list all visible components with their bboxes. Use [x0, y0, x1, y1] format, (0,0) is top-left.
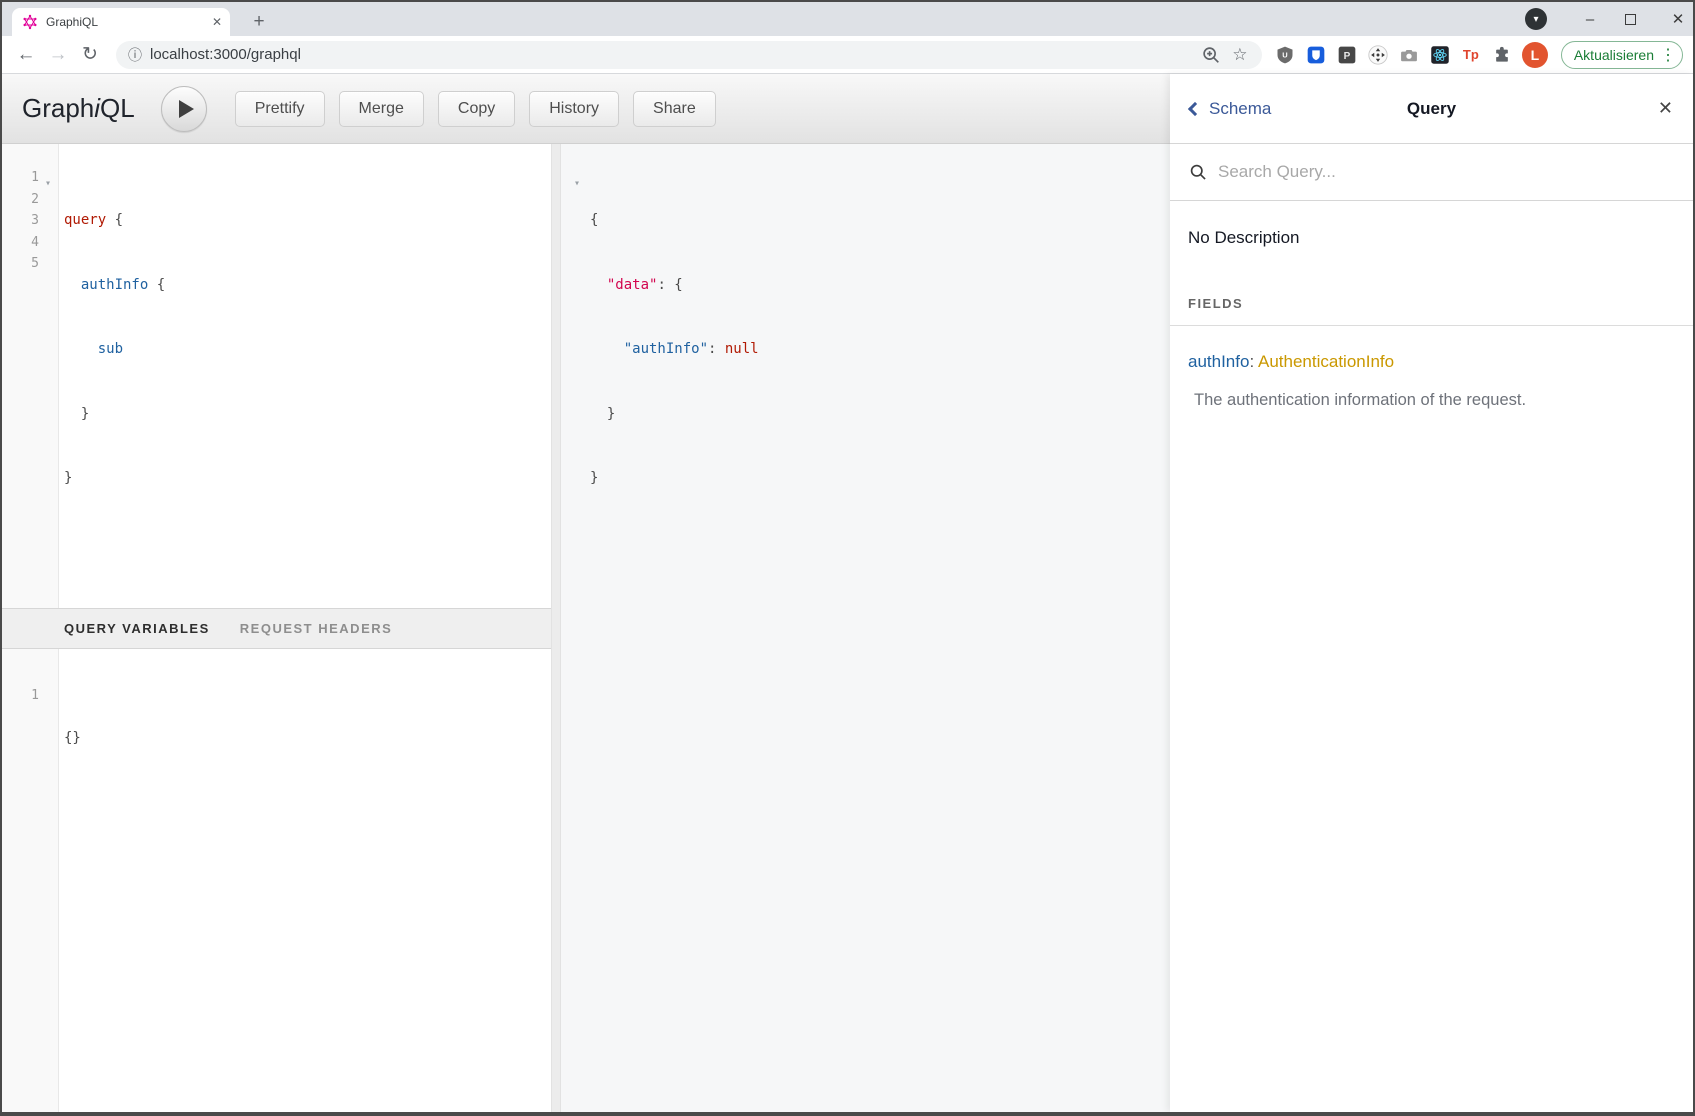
- type-description: No Description: [1188, 228, 1675, 248]
- menu-kebab-icon[interactable]: ⋮: [1660, 45, 1676, 65]
- browser-window: GraphiQL ✕ + ▾ – ✕ ← → ↻ ⓘ localhost:300…: [0, 0, 1695, 1116]
- line-number: 4: [2, 232, 58, 254]
- code-line: {: [590, 210, 1170, 232]
- update-chrome-button[interactable]: Aktualisieren ⋮: [1561, 41, 1683, 69]
- tab-query-variables[interactable]: QUERY VARIABLES: [64, 621, 210, 636]
- svg-text:U: U: [1282, 50, 1287, 59]
- doc-back-label: Schema: [1209, 99, 1271, 119]
- code-line: query {: [64, 210, 182, 232]
- response-json: { "data": { "authInfo": null } }: [561, 144, 1170, 533]
- execute-query-button[interactable]: [161, 86, 207, 132]
- browser-tab-graphiql[interactable]: GraphiQL ✕: [12, 8, 230, 36]
- extensions-puzzle-icon[interactable]: [1491, 44, 1513, 66]
- field-description: The authentication information of the re…: [1194, 391, 1675, 410]
- tab-request-headers[interactable]: REQUEST HEADERS: [240, 621, 393, 636]
- variables-editor[interactable]: 1 {}: [2, 649, 551, 1113]
- graphql-favicon-icon: [22, 14, 38, 30]
- doc-search-input[interactable]: [1218, 162, 1675, 182]
- dpad-extension-icon[interactable]: [1367, 44, 1389, 66]
- search-icon: [1188, 162, 1208, 182]
- update-label: Aktualisieren: [1574, 47, 1654, 63]
- forward-button[interactable]: →: [44, 41, 72, 69]
- code-line: authInfo {: [64, 275, 182, 297]
- doc-search-row: [1170, 144, 1693, 201]
- browser-titlebar: GraphiQL ✕ + ▾ – ✕: [2, 2, 1693, 36]
- tp-extension-icon[interactable]: Tp: [1460, 44, 1482, 66]
- query-code: query { authInfo { sub } }: [59, 144, 182, 608]
- tab-title: GraphiQL: [46, 15, 212, 29]
- secondary-editor-tabs: QUERY VARIABLES REQUEST HEADERS: [2, 608, 551, 649]
- p-extension-icon[interactable]: P: [1336, 44, 1358, 66]
- zoom-indicator-icon[interactable]: [1200, 44, 1222, 66]
- maximize-button[interactable]: [1625, 14, 1636, 25]
- reload-button[interactable]: ↻: [76, 41, 104, 69]
- code-line: }: [64, 404, 182, 426]
- merge-button[interactable]: Merge: [339, 91, 424, 127]
- tab-close-icon[interactable]: ✕: [212, 15, 222, 29]
- doc-explorer-panel: Schema Query ✕ No Description FIELDS aut…: [1170, 74, 1693, 1112]
- doc-back-link[interactable]: Schema: [1190, 99, 1271, 119]
- variables-code: {}: [59, 649, 182, 1113]
- share-button[interactable]: Share: [633, 91, 716, 127]
- code-line: "authInfo": null: [590, 339, 1170, 361]
- new-tab-button[interactable]: +: [246, 9, 272, 35]
- react-devtools-extension-icon[interactable]: [1429, 44, 1451, 66]
- fold-arrow-icon[interactable]: ▾: [45, 173, 51, 195]
- bitwarden-extension-icon[interactable]: [1305, 44, 1327, 66]
- copy-button[interactable]: Copy: [438, 91, 515, 127]
- media-controls-button[interactable]: ▾: [1525, 8, 1547, 30]
- doc-explorer-header: Schema Query ✕: [1170, 74, 1693, 144]
- profile-avatar[interactable]: L: [1522, 42, 1548, 68]
- pane-resize-handle[interactable]: [551, 144, 561, 1112]
- camera-extension-icon[interactable]: [1398, 44, 1420, 66]
- address-bar[interactable]: ⓘ localhost:3000/graphql ☆: [116, 41, 1262, 69]
- query-editor-gutter: 1 2 3 4 5 ▾: [2, 144, 59, 608]
- line-number: 5: [2, 253, 58, 275]
- fold-arrow-icon[interactable]: ▾: [574, 173, 580, 195]
- url-text: localhost:3000/graphql: [150, 46, 1192, 63]
- line-number: 3: [2, 210, 58, 232]
- code-line: }: [590, 404, 1170, 426]
- code-line: "data": {: [590, 275, 1170, 297]
- chevron-left-icon: [1188, 102, 1202, 116]
- close-window-button[interactable]: ✕: [1669, 10, 1687, 28]
- editor-pane: 1 2 3 4 5 ▾ query { authInfo { sub }: [2, 144, 551, 1112]
- graphiql-toolbar: GraphiQL Prettify Merge Copy History Sha…: [2, 74, 1170, 144]
- result-pane: ▾ { "data": { "authInfo": null } }: [561, 144, 1170, 1112]
- doc-title: Query: [1407, 99, 1456, 119]
- code-line: sub: [64, 339, 182, 361]
- field-type-link[interactable]: AuthenticationInfo: [1258, 352, 1394, 371]
- prettify-button[interactable]: Prettify: [235, 91, 325, 127]
- back-button[interactable]: ←: [12, 41, 40, 69]
- variables-editor-gutter: 1: [2, 649, 59, 1113]
- minimize-button[interactable]: –: [1581, 11, 1599, 28]
- browser-navbar: ← → ↻ ⓘ localhost:3000/graphql ☆ U P: [2, 36, 1693, 74]
- extensions-row: U P Tp L Aktualisieren: [1274, 41, 1683, 69]
- line-number: 1: [2, 685, 58, 707]
- bookmark-star-icon[interactable]: ☆: [1230, 45, 1250, 65]
- ublock-extension-icon[interactable]: U: [1274, 44, 1296, 66]
- code-line: {}: [64, 728, 182, 750]
- svg-text:P: P: [1344, 50, 1351, 61]
- field-separator: :: [1249, 352, 1254, 371]
- code-line: }: [64, 468, 182, 490]
- graphiql-logo: GraphiQL: [22, 93, 135, 124]
- query-editor[interactable]: 1 2 3 4 5 ▾ query { authInfo { sub }: [2, 144, 551, 608]
- field-row: authInfo: AuthenticationInfo: [1188, 352, 1675, 372]
- code-line: }: [590, 468, 1170, 490]
- doc-close-icon[interactable]: ✕: [1658, 98, 1673, 119]
- history-button[interactable]: History: [529, 91, 619, 127]
- site-info-icon[interactable]: ⓘ: [128, 45, 142, 65]
- play-icon: [179, 100, 194, 118]
- fields-heading: FIELDS: [1170, 296, 1693, 326]
- doc-body: No Description FIELDS authInfo: Authenti…: [1170, 201, 1693, 1112]
- field-name-link[interactable]: authInfo: [1188, 352, 1249, 371]
